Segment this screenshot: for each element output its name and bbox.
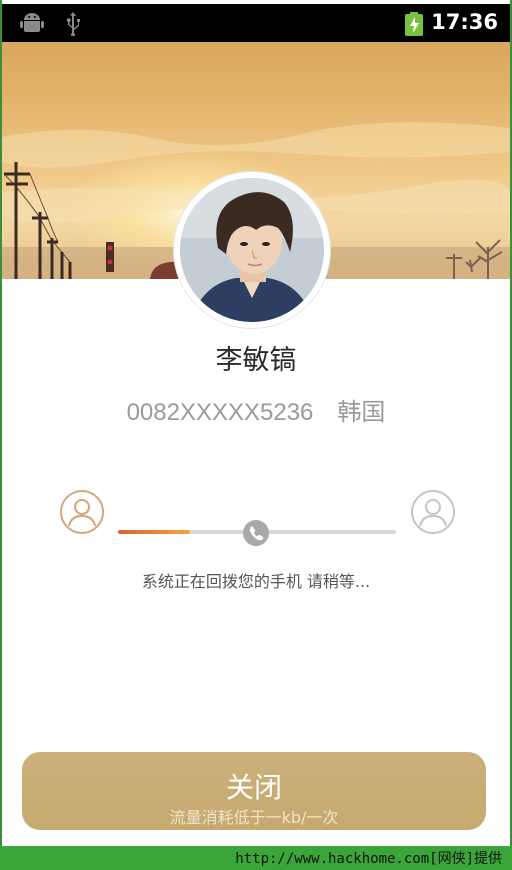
battery-charging-icon: [405, 12, 423, 36]
contact-avatar: [174, 172, 330, 328]
close-button-sublabel: 流量消耗低于一kb/一次: [169, 808, 339, 827]
close-button[interactable]: 关闭 流量消耗低于一kb/一次: [22, 752, 486, 830]
callee-user-icon: [411, 490, 455, 534]
usb-icon: [66, 12, 80, 36]
progress-knob: [243, 520, 269, 546]
contact-photo: [180, 178, 324, 322]
caller-user-icon: [60, 490, 104, 534]
contact-phone-number: 0082XXXXX5236: [126, 399, 314, 426]
callback-status-text: 系统正在回拨您的手机 请稍等...: [141, 572, 371, 591]
callback-progress-fill: [118, 530, 191, 534]
contact-number-row: 0082XXXXX5236 韩国: [0, 392, 512, 427]
close-button-label: 关闭: [225, 771, 282, 804]
contact-country: 韩国: [337, 398, 386, 426]
contact-name: 李敏镐: [215, 345, 297, 376]
android-icon: [20, 13, 44, 32]
clock-time: 17:36: [431, 10, 498, 34]
watermark-bar: http://www.hackhome.com[网侠]提供: [0, 846, 512, 870]
watermark-text: http://www.hackhome.com[网侠]提供: [235, 851, 502, 867]
status-bar: 17:36: [2, 4, 510, 42]
phone-icon: [249, 526, 264, 541]
